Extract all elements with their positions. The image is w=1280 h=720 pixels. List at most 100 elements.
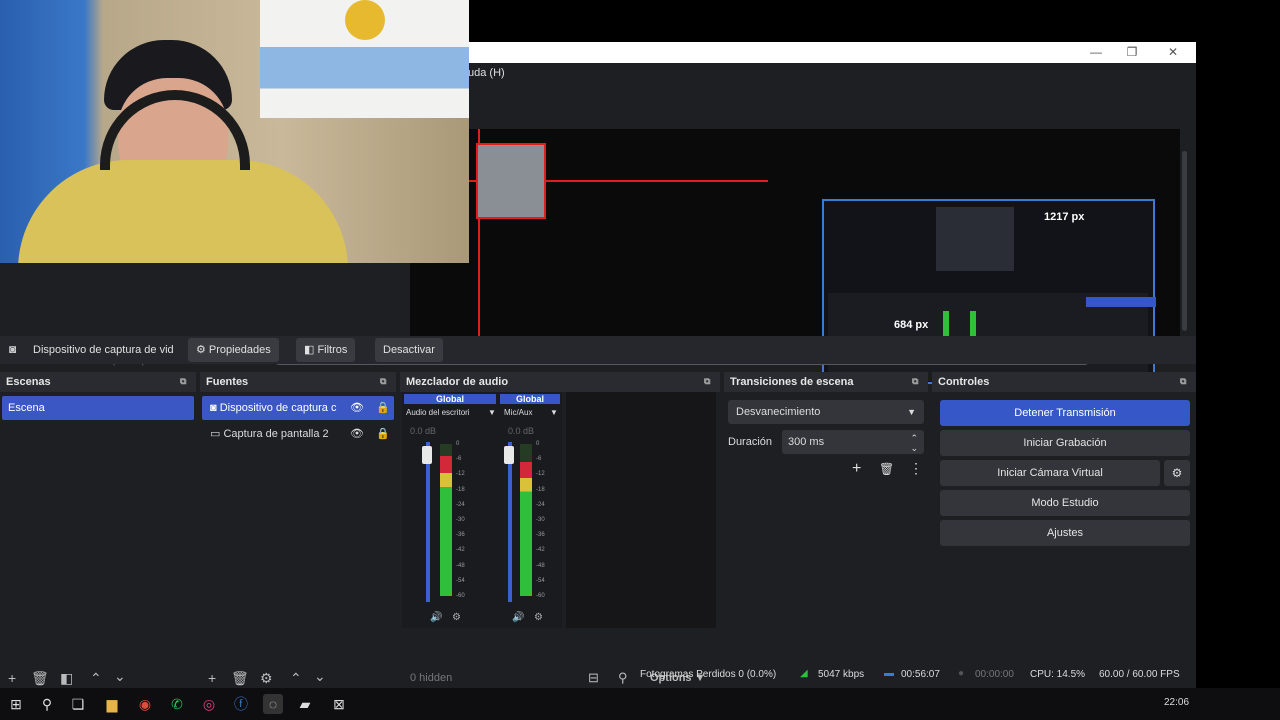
nested-button — [1086, 297, 1156, 307]
cpu-usage: CPU: 14.5% — [1030, 669, 1086, 680]
signal-icon: ◢ — [800, 668, 808, 679]
meter-tick-label: -12 — [456, 471, 465, 477]
facebook-icon[interactable]: ⓕ — [231, 694, 251, 714]
sun-emblem — [345, 0, 385, 40]
dropped-frames: Fotogramas Perdidos 0 (0.0%) — [640, 669, 777, 680]
meter-tick-label: -24 — [456, 502, 465, 508]
source-item[interactable]: ▭ Captura de pantalla 2 👁 🔒 — [202, 422, 394, 446]
windows-start-icon[interactable]: ⊞ — [6, 694, 26, 714]
lock-icon[interactable]: 🔒 — [376, 396, 390, 420]
scene-item[interactable]: Escena — [2, 396, 194, 420]
meter-tick-label: -42 — [536, 547, 545, 553]
transition-select[interactable]: Desvanecimiento ▼ — [728, 400, 924, 424]
meter-tick-label: -18 — [536, 487, 545, 493]
width-measure-label: 1217 px — [1044, 211, 1085, 223]
transitions-dock: Transiciones de escena ⧉ Desvanecimiento … — [724, 372, 928, 662]
undock-icon[interactable]: ⧉ — [1180, 376, 1190, 386]
record-icon: ● — [958, 668, 965, 679]
whatsapp-icon[interactable]: ✆ — [167, 694, 187, 714]
menu-item-help[interactable]: uda (H) — [468, 67, 505, 79]
meter-tick-label: 0 — [456, 441, 460, 447]
webcam-overlay — [0, 0, 469, 263]
level-meter-fill — [440, 456, 452, 596]
close-button[interactable]: ✕ — [1163, 44, 1183, 60]
selected-webcam-bounds[interactable] — [476, 143, 546, 219]
maximize-button[interactable]: ❐ — [1122, 44, 1142, 60]
fps: 60.00 / 60.00 FPS — [1099, 669, 1180, 680]
nested-thumb — [936, 207, 1014, 271]
app-icon[interactable]: ⊠ — [329, 694, 349, 714]
minimize-button[interactable]: — — [1086, 44, 1106, 60]
speaker-icon[interactable]: 🔊 — [430, 612, 442, 623]
audio-mixer-dock: Mezclador de audio ⧉ Global Audio del esc… — [400, 372, 720, 685]
stream-time: 00:56:07 — [901, 669, 940, 680]
meter-tick-label: -60 — [536, 593, 545, 599]
gear-icon[interactable]: ⚙ — [1164, 460, 1190, 486]
stream-icon: ▬ — [884, 668, 894, 679]
scenes-dock-title: Escenas ⧉ — [0, 372, 196, 392]
app-icon[interactable]: ▰ — [295, 694, 315, 714]
channel-db: 0.0 dB — [508, 426, 535, 436]
volume-slider-handle[interactable] — [422, 446, 432, 464]
meter-tick-label: 0 — [536, 441, 540, 447]
preview-vertical-scrollbar[interactable] — [1182, 151, 1187, 331]
chevron-down-icon[interactable]: ▼ — [550, 408, 558, 417]
volume-slider[interactable] — [508, 442, 512, 602]
record-time: 00:00:00 — [975, 669, 1014, 680]
lock-icon[interactable]: 🔒 — [376, 422, 390, 446]
chevron-down-icon[interactable]: ⌄ — [910, 436, 918, 460]
obs-icon[interactable]: ◌ — [263, 694, 283, 714]
channel-global-label: Global — [404, 394, 496, 404]
camera-icon: ◙ — [210, 402, 220, 414]
properties-button[interactable]: ⚙ Propiedades — [188, 338, 279, 362]
channel-menu-icon[interactable]: ⚙ — [534, 612, 543, 623]
eye-icon[interactable]: 👁 — [350, 422, 364, 446]
undock-icon[interactable]: ⧉ — [380, 376, 390, 386]
trash-icon[interactable]: 🗑 — [879, 462, 894, 476]
stop-stream-button[interactable]: Detener Transmisión — [940, 400, 1190, 426]
speaker-icon[interactable]: 🔊 — [512, 612, 524, 623]
more-icon[interactable]: ⋮ — [909, 460, 923, 477]
virtual-camera-button[interactable]: Iniciar Cámara Virtual — [940, 460, 1160, 486]
monitor-icon: ▭ — [210, 428, 224, 440]
instagram-icon[interactable]: ◎ — [199, 694, 219, 714]
undock-icon[interactable]: ⧉ — [912, 376, 922, 386]
volume-slider[interactable] — [426, 442, 430, 602]
source-item[interactable]: ◙ Dispositivo de captura c 👁 🔒 — [202, 396, 394, 420]
channel-menu-icon[interactable]: ⚙ — [452, 612, 461, 623]
search-icon[interactable]: ⚲ — [37, 694, 57, 714]
source-label: Captura de pantalla 2 — [223, 428, 329, 440]
filters-label: Filtros — [317, 344, 348, 356]
task-view-icon[interactable]: ❏ — [68, 694, 88, 714]
studio-mode-button[interactable]: Modo Estudio — [940, 490, 1190, 516]
chrome-icon[interactable]: ◉ — [135, 694, 155, 714]
sources-dock-title: Fuentes ⧉ — [200, 372, 396, 392]
properties-label: Propiedades — [208, 344, 271, 356]
preview-canvas[interactable]: 1217 px 684 px — [410, 129, 1180, 384]
chevron-down-icon[interactable]: ▼ — [488, 408, 496, 417]
deactivate-button[interactable]: Desactivar — [375, 338, 443, 362]
meter-scale: 0 -6 -12 -18 -24 -30 -36 -42 -48 -54 -60 — [536, 441, 556, 599]
chevron-down-icon: ▼ — [907, 407, 916, 417]
source-context-bar: ◙ Dispositivo de captura de vid ⚙ Propie… — [0, 336, 1196, 364]
meter-tick-label: -6 — [536, 456, 542, 462]
height-measure-label: 684 px — [894, 319, 929, 331]
start-record-button[interactable]: Iniciar Grabación — [940, 430, 1190, 456]
controls-dock: Controles ⧉ Detener Transmisión Iniciar G… — [932, 372, 1196, 662]
volume-slider-handle[interactable] — [504, 446, 514, 464]
eye-icon[interactable]: 👁 — [350, 396, 364, 420]
level-meter — [520, 444, 532, 596]
channel-name[interactable]: Audio del escritori — [406, 408, 496, 417]
meter-tick-label: -6 — [456, 456, 462, 462]
undock-icon[interactable]: ⧉ — [704, 376, 714, 386]
settings-button[interactable]: Ajustes — [940, 520, 1190, 546]
duration-spinbox[interactable]: 300 ms ⌃ ⌄ — [782, 430, 924, 454]
file-explorer-icon[interactable]: ▆ — [102, 694, 122, 714]
taskbar-clock: 22:06 — [1164, 697, 1190, 708]
filters-button[interactable]: ◧ Filtros — [296, 338, 356, 362]
meter-tick-label: -48 — [456, 563, 465, 569]
undock-icon[interactable]: ⧉ — [180, 376, 190, 386]
add-icon[interactable]: + — [852, 460, 861, 478]
channel-name[interactable]: Mic/Aux — [504, 408, 532, 417]
camera-icon: ◙ — [9, 342, 17, 356]
